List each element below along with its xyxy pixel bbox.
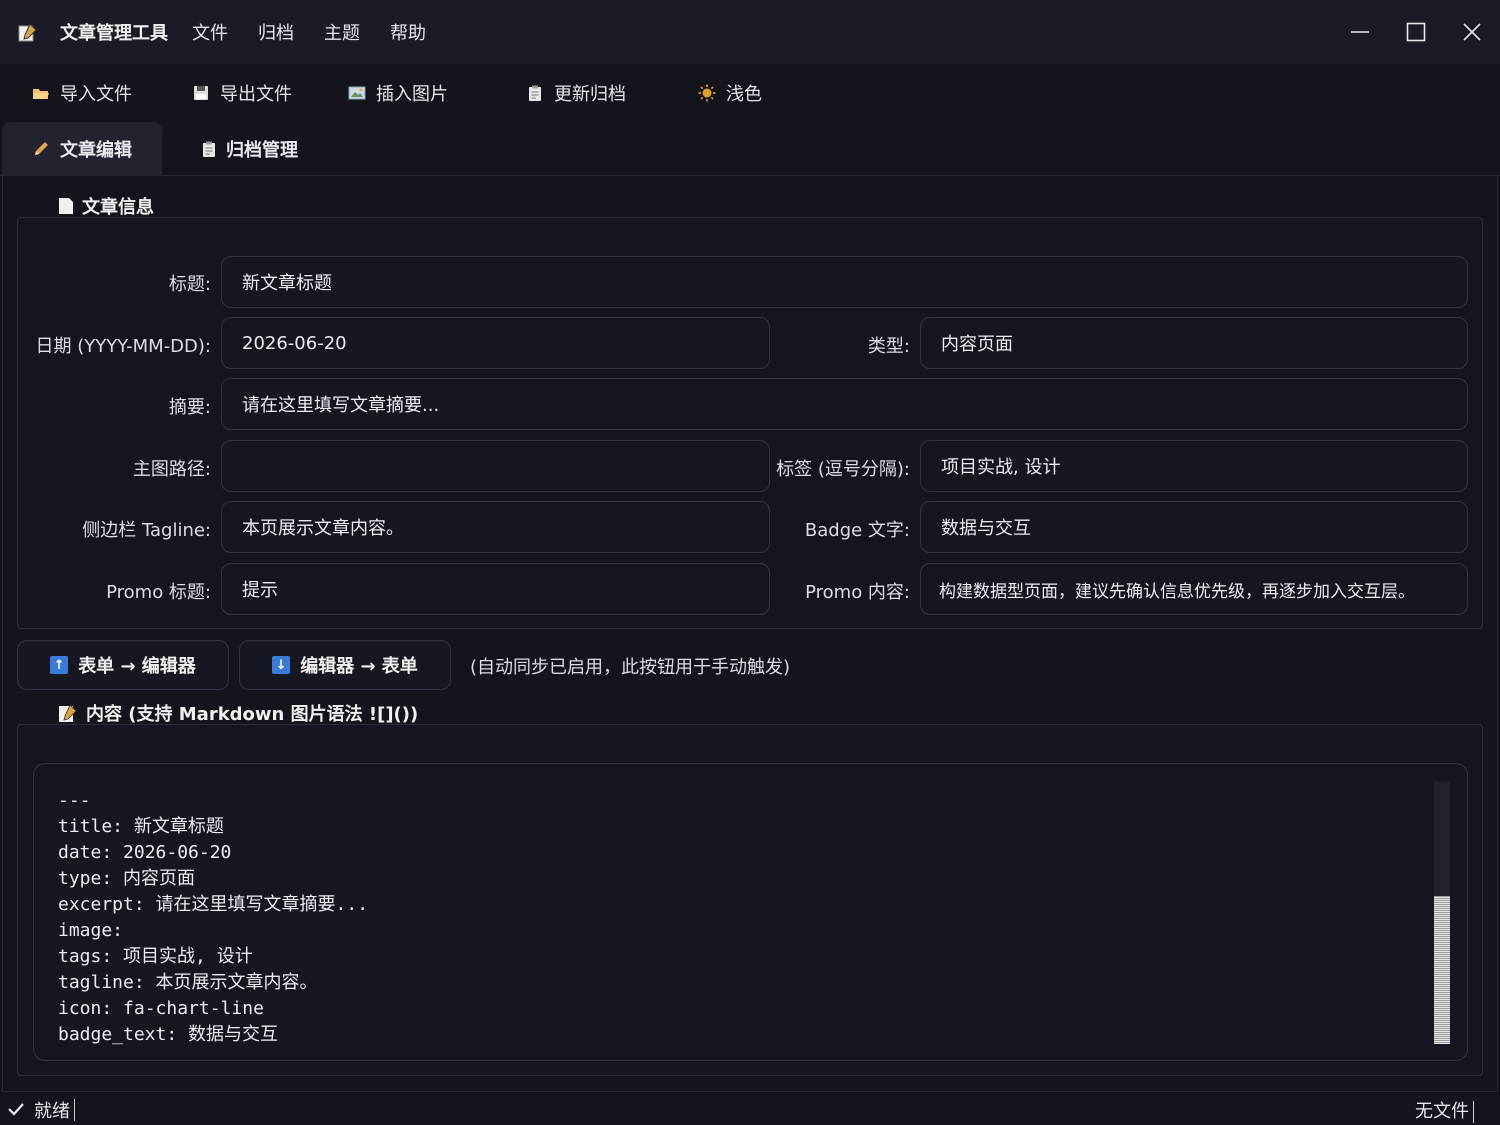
date-input[interactable]: 2026-06-20	[221, 317, 770, 369]
document-icon	[58, 197, 74, 215]
tags-label: 标签 (逗号分隔):	[776, 459, 910, 480]
type-input[interactable]: 内容页面	[920, 317, 1468, 369]
theme-toggle-button[interactable]: 浅色	[698, 80, 762, 106]
excerpt-label: 摘要:	[168, 397, 211, 418]
status-separator	[1473, 1101, 1474, 1123]
memo-icon	[58, 703, 78, 723]
title-label: 标题:	[168, 274, 211, 295]
app-title: 文章管理工具	[60, 23, 168, 44]
close-button[interactable]	[1444, 0, 1500, 64]
editor-line: ---	[58, 790, 91, 811]
export-file-label: 导出文件	[220, 84, 292, 105]
promo-title-input[interactable]: 提示	[221, 563, 770, 615]
type-label: 类型:	[867, 336, 910, 357]
editor-line: icon: fa-chart-line	[58, 998, 264, 1019]
update-archive-button[interactable]: 更新归档	[526, 80, 626, 106]
status-bar: 就绪 无文件	[0, 1093, 1500, 1125]
export-file-button[interactable]: 导出文件	[192, 80, 292, 106]
checkmark-icon	[8, 1101, 24, 1120]
status-left: 就绪	[8, 1097, 75, 1123]
import-file-label: 导入文件	[60, 84, 132, 105]
tab-archive-manager-label: 归档管理	[226, 140, 298, 161]
minimize-button[interactable]	[1332, 0, 1388, 64]
article-info-title: 文章信息	[82, 197, 154, 218]
toolbar: 导入文件 导出文件 插入图片 更新归档 浅色	[0, 64, 1500, 122]
menu-bar: 文件 归档 主题 帮助	[192, 19, 456, 45]
menu-archive[interactable]: 归档	[258, 19, 294, 45]
floppy-disk-icon	[192, 84, 210, 102]
editor-line: badge_text: 数据与交互	[58, 1024, 279, 1045]
tagline-label: 侧边栏 Tagline:	[82, 520, 211, 541]
menu-help[interactable]: 帮助	[390, 19, 426, 45]
editor-line: date: 2026-06-20	[58, 842, 232, 863]
title-bar: 文章管理工具 文件 归档 主题 帮助	[0, 0, 1500, 64]
editor-line: tags: 项目实战, 设计	[58, 946, 253, 967]
form-to-editor-label: 表单 → 编辑器	[78, 656, 196, 677]
status-separator	[74, 1099, 75, 1121]
clipboard-icon	[526, 84, 544, 102]
pencil-icon	[32, 140, 50, 158]
clipboard-icon	[202, 141, 216, 158]
update-archive-label: 更新归档	[554, 84, 626, 105]
date-label: 日期 (YYYY-MM-DD):	[35, 336, 211, 357]
tagline-input[interactable]: 本页展示文章内容。	[221, 501, 770, 553]
editor-line: type: 内容页面	[58, 868, 196, 889]
promo-content-label: Promo 内容:	[805, 582, 910, 603]
form-to-editor-button[interactable]: ↑ 表单 → 编辑器	[17, 640, 229, 690]
notepad-icon	[16, 21, 38, 43]
file-status-text: 无文件	[1415, 1101, 1469, 1122]
content-title: 内容 (支持 Markdown 图片语法 ![]())	[86, 704, 419, 725]
image-path-input[interactable]	[221, 440, 770, 492]
content-heading: 内容 (支持 Markdown 图片语法 ![]())	[58, 700, 418, 726]
editor-scrollbar[interactable]	[1434, 782, 1450, 1044]
insert-image-button[interactable]: 插入图片	[348, 80, 448, 106]
sync-note: (自动同步已启用，此按钮用于手动触发)	[470, 657, 791, 678]
status-right: 无文件	[1415, 1097, 1474, 1123]
close-icon	[1463, 23, 1481, 41]
markdown-editor[interactable]: --- title: 新文章标题 date: 2026-06-20 type: …	[33, 763, 1468, 1061]
theme-toggle-label: 浅色	[726, 84, 762, 105]
image-icon	[348, 84, 366, 102]
import-file-button[interactable]: 导入文件	[32, 80, 132, 106]
tab-article-editor-label: 文章编辑	[60, 140, 132, 161]
tags-input[interactable]: 项目实战, 设计	[920, 440, 1468, 492]
editor-line: tagline: 本页展示文章内容。	[58, 972, 318, 993]
image-path-label: 主图路径:	[132, 459, 211, 480]
maximize-button[interactable]	[1388, 0, 1444, 64]
title-input[interactable]: 新文章标题	[221, 256, 1468, 308]
editor-line: image:	[58, 920, 124, 941]
badge-text-input[interactable]: 数据与交互	[920, 501, 1468, 553]
badge-text-label: Badge 文字:	[804, 520, 910, 541]
menu-file[interactable]: 文件	[192, 19, 228, 45]
window-controls	[1332, 0, 1500, 64]
folder-open-icon	[32, 84, 50, 102]
status-text: 就绪	[34, 1101, 70, 1122]
arrow-down-icon: ↓	[272, 656, 291, 674]
editor-to-form-button[interactable]: ↓ 编辑器 → 表单	[239, 640, 451, 690]
promo-content-input[interactable]: 构建数据型页面，建议先确认信息优先级，再逐步加入交互层。	[920, 563, 1468, 615]
menu-theme[interactable]: 主题	[324, 19, 360, 45]
maximize-icon	[1406, 22, 1426, 42]
editor-line: excerpt: 请在这里填写文章摘要...	[58, 894, 369, 915]
tab-bar: 文章编辑 归档管理	[0, 122, 1500, 176]
editor-to-form-label: 编辑器 → 表单	[300, 656, 418, 677]
minimize-icon	[1351, 31, 1369, 33]
excerpt-input[interactable]: 请在这里填写文章摘要...	[221, 378, 1468, 430]
tab-archive-manager[interactable]: 归档管理	[172, 122, 328, 176]
editor-line: title: 新文章标题	[58, 816, 224, 837]
tab-article-editor[interactable]: 文章编辑	[2, 122, 162, 176]
insert-image-label: 插入图片	[376, 84, 448, 105]
promo-title-label: Promo 标题:	[106, 582, 211, 603]
sun-icon	[698, 84, 716, 102]
arrow-up-icon: ↑	[50, 656, 69, 674]
article-info-heading: 文章信息	[58, 193, 154, 219]
editor-scroll-thumb[interactable]	[1434, 896, 1450, 1044]
